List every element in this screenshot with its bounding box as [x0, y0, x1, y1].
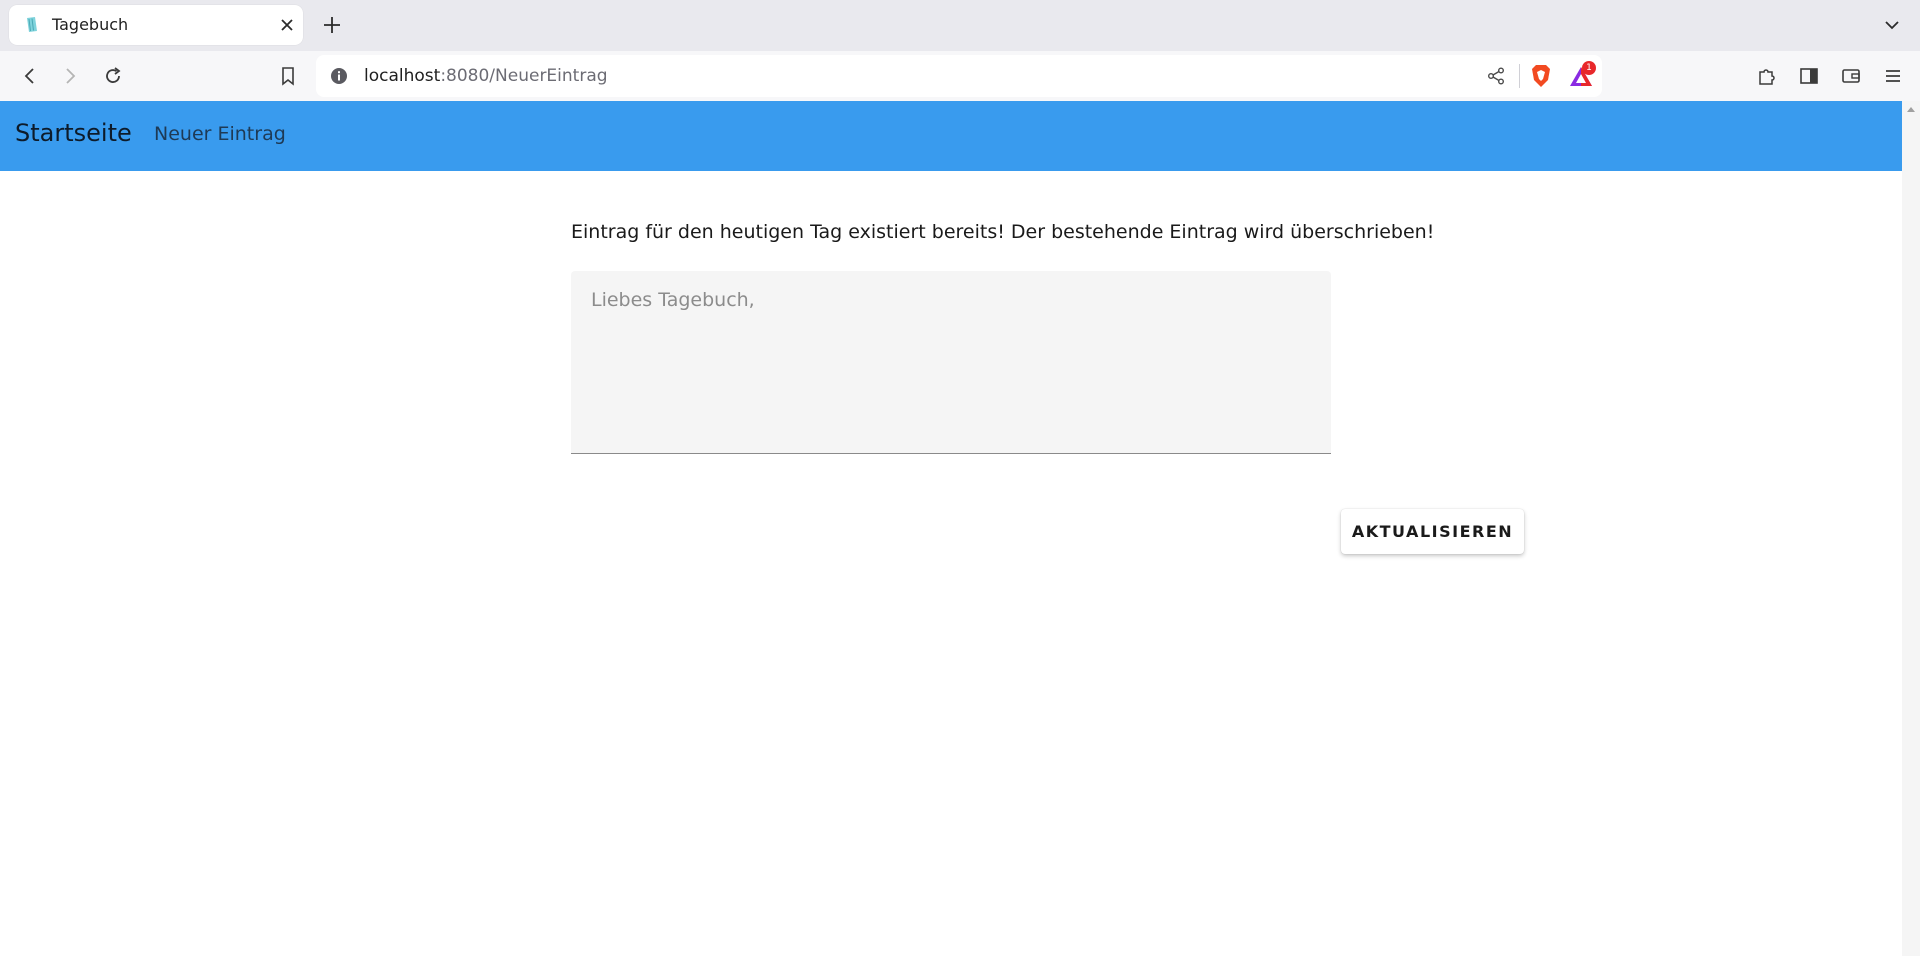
scrollbar[interactable]	[1902, 101, 1920, 956]
rewards-badge: 1	[1582, 61, 1596, 75]
close-tab-icon[interactable]	[277, 15, 297, 35]
forward-arrow-icon[interactable]	[58, 64, 82, 88]
sidebar-toggle-icon[interactable]	[1797, 64, 1821, 88]
url-text: localhost:8080/NeuerEintrag	[364, 66, 608, 86]
share-icon[interactable]	[1486, 66, 1506, 86]
reload-icon[interactable]	[101, 64, 125, 88]
browser-toolbar: localhost:8080/NeuerEintrag 1	[0, 51, 1920, 101]
update-button[interactable]: AKTUALISIEREN	[1341, 509, 1524, 554]
chevron-down-icon[interactable]	[1882, 15, 1902, 35]
new-tab-plus-icon[interactable]	[321, 14, 343, 36]
brave-shields-icon[interactable]	[1530, 64, 1552, 88]
site-info-icon[interactable]	[330, 67, 348, 85]
address-bar[interactable]: localhost:8080/NeuerEintrag 1	[316, 55, 1602, 97]
brave-rewards-icon[interactable]: 1	[1568, 61, 1596, 90]
page-content: Startseite Neuer Eintrag Eintrag für den…	[0, 101, 1902, 956]
extensions-puzzle-icon[interactable]	[1755, 64, 1779, 88]
tab-title: Tagebuch	[52, 15, 129, 34]
nav-link-neuer-eintrag[interactable]: Neuer Eintrag	[154, 123, 286, 145]
diary-entry-textarea[interactable]	[571, 271, 1331, 454]
notebook-favicon-icon	[23, 16, 41, 34]
tab-strip: Tagebuch	[0, 0, 1920, 51]
bookmark-icon[interactable]	[276, 64, 300, 88]
app-navbar: Startseite Neuer Eintrag	[0, 101, 1902, 171]
overwrite-notice: Eintrag für den heutigen Tag existiert b…	[571, 221, 1435, 243]
back-arrow-icon[interactable]	[18, 64, 42, 88]
tab-tagebuch[interactable]: Tagebuch	[9, 5, 303, 45]
wallet-icon[interactable]	[1839, 64, 1863, 88]
nav-brand-startseite[interactable]: Startseite	[15, 119, 132, 147]
menu-hamburger-icon[interactable]	[1881, 64, 1905, 88]
scroll-up-arrow-icon[interactable]	[1907, 107, 1915, 112]
divider	[1519, 64, 1520, 88]
